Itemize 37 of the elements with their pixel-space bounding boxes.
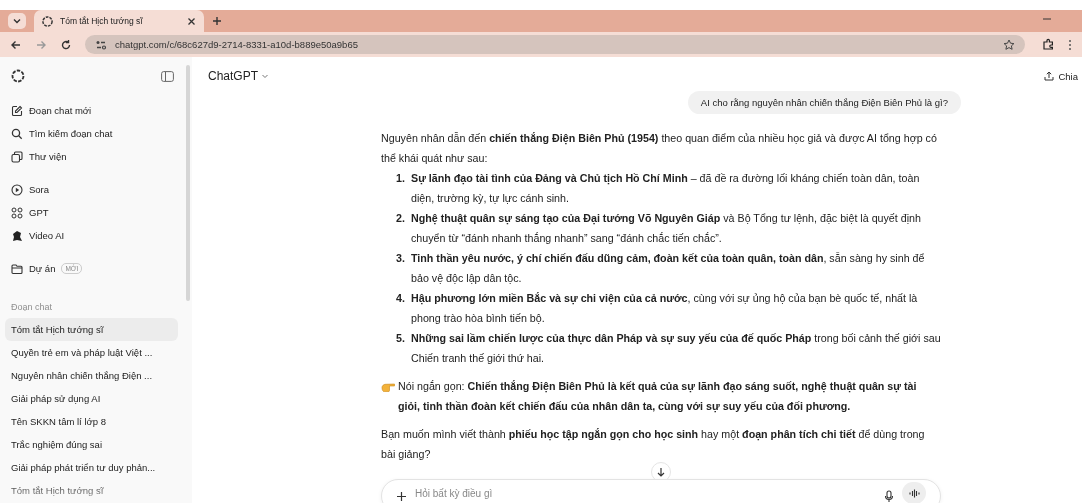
answer-paragraph: Nguyên nhân dẫn đến chiến thắng Điện Biên Phủ (1954) theo quan điểm của nhiều học giả và được AI tổng hợp có thể khái quát như sau: xyxy=(381,131,938,166)
chat-item[interactable]: Tên SKKN tâm lí lớp 8 xyxy=(5,410,178,433)
list-number: 2. xyxy=(395,211,406,226)
url-text: chatgpt.com/c/68c627d9-2714-8331-a10d-b889e50a9b65 xyxy=(115,39,358,50)
list-number: 4. xyxy=(395,291,406,306)
list-item-text: Sự lãnh đạo tài tình của Đảng và Chủ tịch Hồ Chí Minh – đã đề ra đường lối kháng chiến toàn dân, toàn diện, trường kỳ, tự lực cánh sinh. xyxy=(411,171,921,206)
list-item-text: Tinh thần yêu nước, ý chí chiến đấu dũng cảm, đoàn kết của toàn quân, toàn dân, sẵn sàng hy sinh để bảo vệ độc lập dân tộc. xyxy=(411,251,926,286)
message-input[interactable]: Hỏi bất kỳ điều gì xyxy=(415,487,876,499)
list-number: 5. xyxy=(395,331,406,346)
browser-tab[interactable]: Tóm tắt Hịch tướng sĩ xyxy=(34,10,204,32)
model-selector[interactable]: ChatGPT xyxy=(208,69,269,83)
sidebar-item[interactable]: Tìm kiếm đoạn chat xyxy=(5,122,186,145)
chat-item[interactable]: Giải pháp phát triển tư duy phản... xyxy=(5,456,178,479)
chat-item[interactable]: Quyền trẻ em và pháp luật Việt ... xyxy=(5,341,178,364)
chat-item[interactable]: Nguyên nhân chiến thắng Điện ... xyxy=(5,364,178,387)
list-number: 1. xyxy=(395,171,406,186)
chat-item[interactable]: Tóm tắt Hịch tướng sĩ xyxy=(5,318,178,341)
chat-item[interactable]: Tóm tắt Hịch tướng sĩ xyxy=(5,479,178,502)
list-item-text: Hậu phương lớn miền Bắc và sự chi viện của cả nước, cùng với sự ủng hộ của bạn bè quốc tế, nhất là phong trào hòa bình tiến bộ. xyxy=(411,291,919,326)
sidebar-item[interactable]: Thư viện xyxy=(5,145,186,168)
list-item-text: Nghệ thuật quân sự sáng tạo của Đại tướng Võ Nguyên Giáp và Bộ Tổng tư lệnh, đặc biệt là quyết định chuyển từ “đánh nhanh thắng nhanh” sang “đánh chắc tiến chắc”. xyxy=(411,211,922,246)
chat-item[interactable]: Trắc nghiệm đúng sai xyxy=(5,433,178,456)
tab-title: Tóm tắt Hịch tướng sĩ xyxy=(60,16,144,26)
list-number: 3. xyxy=(395,251,406,266)
user-message: AI cho rằng nguyên nhân chiến thắng Điện Biên Phủ là gì? xyxy=(687,91,961,114)
sidebar-item[interactable]: GPT xyxy=(5,201,186,224)
sidebar-item[interactable]: Sora xyxy=(5,178,186,201)
sidebar-item[interactable]: Video AI xyxy=(5,224,186,247)
summary-paragraph: Nói ngắn gọn: Chiến thắng Điện Biên Phủ là kết quả của sự lãnh đạo sáng suốt, nghệ thuật quân sự tài giỏi, tinh thần đoàn kết chiến đấu của nhân dân ta, cùng với sự suy yếu của đối phương. xyxy=(398,379,918,415)
section-title: Đoạn chat xyxy=(10,301,54,314)
list-item-text: Những sai lầm chiến lược của thực dân Pháp và sự suy yếu của đế quốc Pháp trong bối cảnh thế giới sau Chiến tranh thế giới thứ hai. xyxy=(411,331,941,366)
sidebar-item[interactable]: Đoạn chat mới xyxy=(5,99,186,122)
answer-paragraph: Bạn muốn mình viết thành phiếu học tập ngắn gọn cho học sinh hay một đoạn phân tích chi tiết để dùng trong bài giảng? xyxy=(381,427,926,462)
chat-item[interactable]: Giải pháp sử dụng AI xyxy=(5,387,178,410)
address-bar[interactable]: chatgpt.com/c/68c627d9-2714-8331-a10d-b889e50a9b65 xyxy=(85,35,1025,54)
share-button[interactable]: Chia xyxy=(1044,70,1078,82)
message-composer[interactable]: Hỏi bất kỳ điều gì xyxy=(381,479,941,503)
